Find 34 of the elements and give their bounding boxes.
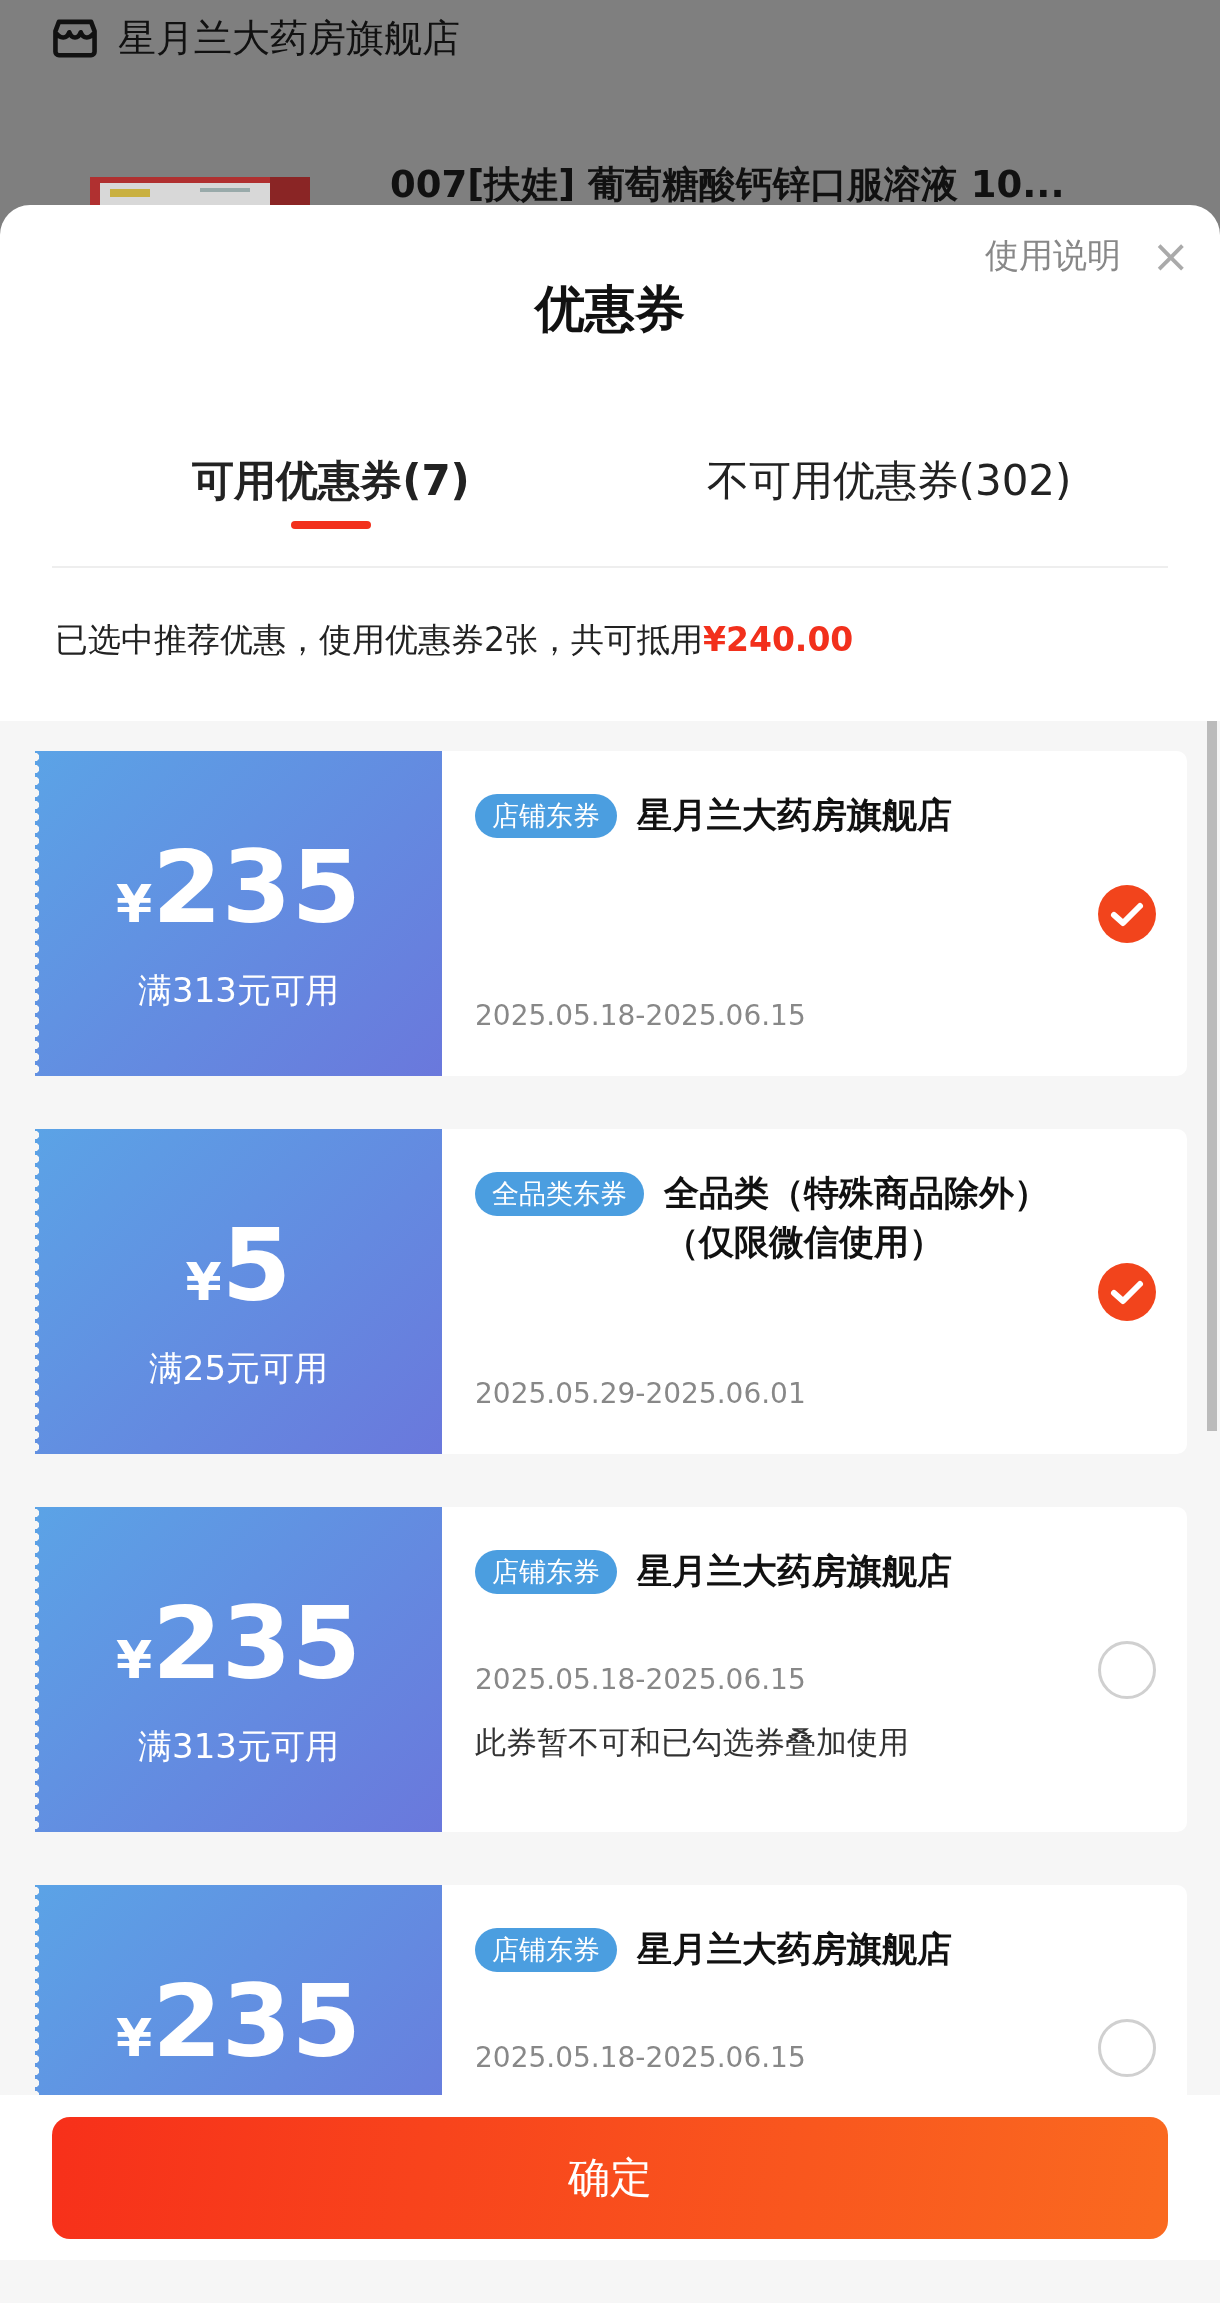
coupon-dates: 2025.05.18-2025.06.15 [475, 999, 807, 1032]
help-link[interactable]: 使用说明 [985, 233, 1122, 279]
coupon-condition: 满25元可用 [148, 1347, 329, 1390]
confirm-button[interactable]: 确定 [52, 2117, 1168, 2239]
checked-checkbox[interactable] [1097, 883, 1157, 944]
coupon-title: 全品类（特殊商品除外）（仅限微信使用） [664, 1172, 1050, 1264]
coupon-tag: 店铺东券 [475, 1550, 617, 1594]
coupon-amount: ¥235 [116, 843, 361, 934]
coupon-note: 此券暂不可和已勾选券叠加使用 [475, 1723, 910, 1762]
coupon-tag: 全品类东券 [475, 1172, 644, 1216]
coupon-condition: 满313元可用 [138, 969, 339, 1012]
product-title: 007[扶娃] 葡萄糖酸钙锌口服溶液 10... [390, 162, 1065, 205]
coupon-amount: ¥235 [116, 1977, 361, 2068]
coupon-title: 星月兰大药房旗舰店 [637, 1550, 952, 1593]
coupon-tag: 店铺东券 [475, 1928, 617, 1972]
coupon-amount: ¥5 [185, 1221, 292, 1312]
checkbox[interactable] [1097, 2017, 1157, 2078]
coupon-title: 星月兰大药房旗舰店 [637, 1928, 952, 1971]
coupon-tag: 店铺东券 [475, 794, 617, 838]
coupon-title: 星月兰大药房旗舰店 [637, 794, 952, 837]
coupon-amount: ¥235 [116, 1599, 361, 1690]
sheet-title: 优惠券 [535, 279, 685, 340]
coupon-dates: 2025.05.18-2025.06.15 [475, 1663, 807, 1696]
tab[interactable]: 不可用优惠券(302) [610, 445, 1168, 529]
checkbox[interactable] [1097, 1639, 1157, 1700]
summary-text: 已选中推荐优惠，使用优惠券2张，共可抵用¥240.00 [55, 620, 854, 659]
coupon-dates: 2025.05.29-2025.06.01 [475, 1377, 807, 1410]
tab[interactable]: 可用优惠券(7) [52, 445, 610, 529]
shop-name: 星月兰大药房旗舰店 [118, 14, 460, 62]
close-button[interactable]: × [1151, 233, 1190, 279]
coupon-condition: 满313元可用 [138, 1725, 339, 1768]
shop-icon [52, 17, 98, 59]
checked-checkbox[interactable] [1097, 1261, 1157, 1322]
coupon-dates: 2025.05.18-2025.06.15 [475, 2041, 807, 2074]
